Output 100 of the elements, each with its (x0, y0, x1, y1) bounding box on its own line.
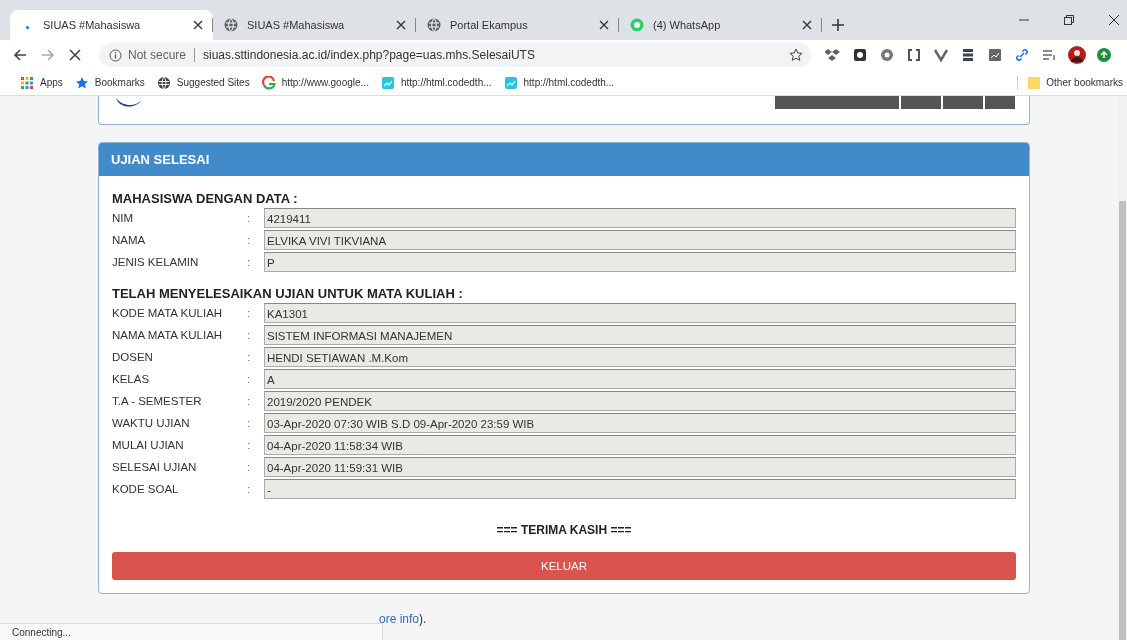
colon-separator: : (247, 212, 252, 224)
bookmark-item[interactable]: http://html.codedth... (380, 75, 492, 90)
bookmark-item[interactable]: http://www.google... (261, 75, 369, 90)
browser-tab[interactable]: Portal Ekampus (416, 10, 619, 40)
star-icon (74, 75, 89, 90)
photo-placeholder (901, 96, 941, 109)
address-bar[interactable]: Not secure siuas.sttindonesia.ac.id/index.php?page=uas.mhs.SelesaiUTS (99, 43, 811, 67)
field-label: KELAS (112, 373, 151, 385)
field-label: WAKTU UJIAN (112, 417, 191, 429)
bookmark-item[interactable]: Other bookmarks (1017, 75, 1123, 90)
chart-icon (380, 75, 395, 90)
bookmark-item[interactable]: Suggested Sites (156, 75, 250, 90)
security-label: Not secure (128, 48, 187, 62)
photo-placeholder (943, 96, 983, 109)
url-text: siuas.sttindonesia.ac.id/index.php?page=uas.mhs.SelesaiUTS (203, 48, 536, 62)
bookmark-label: Suggested Sites (176, 77, 250, 88)
thank-you-text: === TERIMA KASIH === (495, 523, 633, 537)
playlist-icon[interactable] (1041, 47, 1057, 63)
bookmark-label: Other bookmarks (1046, 77, 1123, 88)
readonly-field: 03-Apr-2020 07:30 WIB S.D 09-Apr-2020 23:59 WIB (264, 413, 1016, 433)
colon-separator: : (247, 439, 252, 451)
colon-separator: : (247, 483, 252, 495)
chart-icon (503, 75, 518, 90)
close-icon[interactable] (1109, 15, 1119, 25)
colon-separator: : (247, 351, 252, 363)
tab-title: SIUAS #Mahasiswa (43, 19, 142, 31)
colon-separator: : (247, 417, 252, 429)
link-icon[interactable] (1014, 47, 1030, 63)
chat-bubble-icon (629, 17, 645, 33)
bookmark-label: http://html.codedth... (523, 77, 615, 88)
close-icon[interactable] (396, 20, 406, 30)
readonly-field: KA1301 (264, 303, 1016, 323)
readonly-field: 04-Apr-2020 11:59:31 WIB (264, 457, 1016, 477)
back-arrow-icon[interactable] (13, 48, 27, 62)
colored-ring-icon (261, 75, 276, 90)
colon-separator: : (247, 307, 252, 319)
field-label: KODE SOAL (112, 483, 180, 495)
server-icon[interactable] (960, 47, 976, 63)
field-label: KODE MATA KULIAH (112, 307, 224, 319)
status-bubble: Connecting... (0, 623, 383, 640)
bookmark-item[interactable]: Apps (20, 75, 63, 90)
colon-separator: : (247, 461, 252, 473)
restore-icon[interactable] (1064, 15, 1074, 25)
browser-tab[interactable]: SIUAS #Mahasiswa (213, 10, 416, 40)
folder-icon (1028, 75, 1041, 90)
footer-text: ). (419, 612, 427, 626)
section-heading: TELAH MENYELESAIKAN UJIAN UNTUK MATA KULIAH : (112, 286, 464, 301)
section-heading: MAHASISWA DENGAN DATA : (112, 191, 299, 206)
field-label: DOSEN (112, 351, 154, 363)
readonly-field: 04-Apr-2020 11:58:34 WIB (264, 435, 1016, 455)
bookmark-item[interactable]: http://html.codedth... (503, 75, 615, 90)
field-label: SELESAI UJIAN (112, 461, 198, 473)
readonly-field: P (264, 252, 1016, 272)
readonly-field: - (264, 479, 1016, 499)
avatar-icon[interactable] (1068, 46, 1086, 64)
tab-title: Portal Ekampus (450, 19, 529, 31)
brackets-icon[interactable] (906, 47, 922, 63)
diamond-icon[interactable] (825, 47, 841, 63)
browser-tab[interactable]: SIUAS #Mahasiswa (10, 10, 213, 40)
field-label: JENIS KELAMIN (112, 256, 200, 268)
bookmark-label: Apps (40, 77, 63, 88)
tab-title: (4) WhatsApp (653, 19, 722, 31)
colon-separator: : (247, 373, 252, 385)
browser-tab[interactable]: (4) WhatsApp (619, 10, 822, 40)
readonly-field: SISTEM INFORMASI MANAJEMEN (264, 325, 1016, 345)
readonly-field: A (264, 369, 1016, 389)
readonly-field: 4219411 (264, 208, 1016, 228)
update-arrow-icon[interactable] (1097, 48, 1111, 62)
grid-icon (20, 75, 34, 90)
close-icon[interactable] (599, 20, 609, 30)
field-label: NAMA MATA KULIAH (112, 329, 224, 341)
colon-separator: : (247, 256, 252, 268)
colon-separator: : (247, 329, 252, 341)
info-icon (109, 48, 122, 62)
bookmark-label: http://html.codedth... (400, 77, 492, 88)
stop-icon[interactable] (69, 49, 81, 61)
more-info-link[interactable]: ore info (379, 612, 420, 626)
card-header: UJIAN SELESAI (99, 143, 1029, 176)
exit-button[interactable]: KELUAR (112, 552, 1016, 580)
loading-dot-icon (26, 25, 29, 29)
readonly-field: ELVIKA VIVI TIKVIANA (264, 230, 1016, 250)
colon-separator: : (247, 234, 252, 246)
field-label: MULAI UJIAN (112, 439, 185, 451)
colon-separator: : (247, 395, 252, 407)
field-label: NAMA (112, 234, 147, 246)
globe-icon (426, 17, 442, 33)
bookmark-label: http://www.google... (281, 77, 369, 88)
plus-icon[interactable] (832, 19, 844, 31)
v-shape-icon[interactable] (933, 47, 949, 63)
readonly-field: 2019/2020 PENDEK (264, 391, 1016, 411)
globe-icon (156, 75, 171, 90)
close-icon[interactable] (193, 20, 203, 30)
chart-icon[interactable] (987, 47, 1003, 63)
bookmark-item[interactable]: Bookmarks (74, 75, 145, 90)
globe-icon (223, 17, 239, 33)
close-icon[interactable] (802, 20, 812, 30)
star-outline-icon[interactable] (789, 48, 803, 62)
field-label: NIM (112, 212, 135, 224)
field-label: T.A - SEMESTER (112, 395, 203, 407)
bookmark-label: Bookmarks (94, 77, 145, 88)
